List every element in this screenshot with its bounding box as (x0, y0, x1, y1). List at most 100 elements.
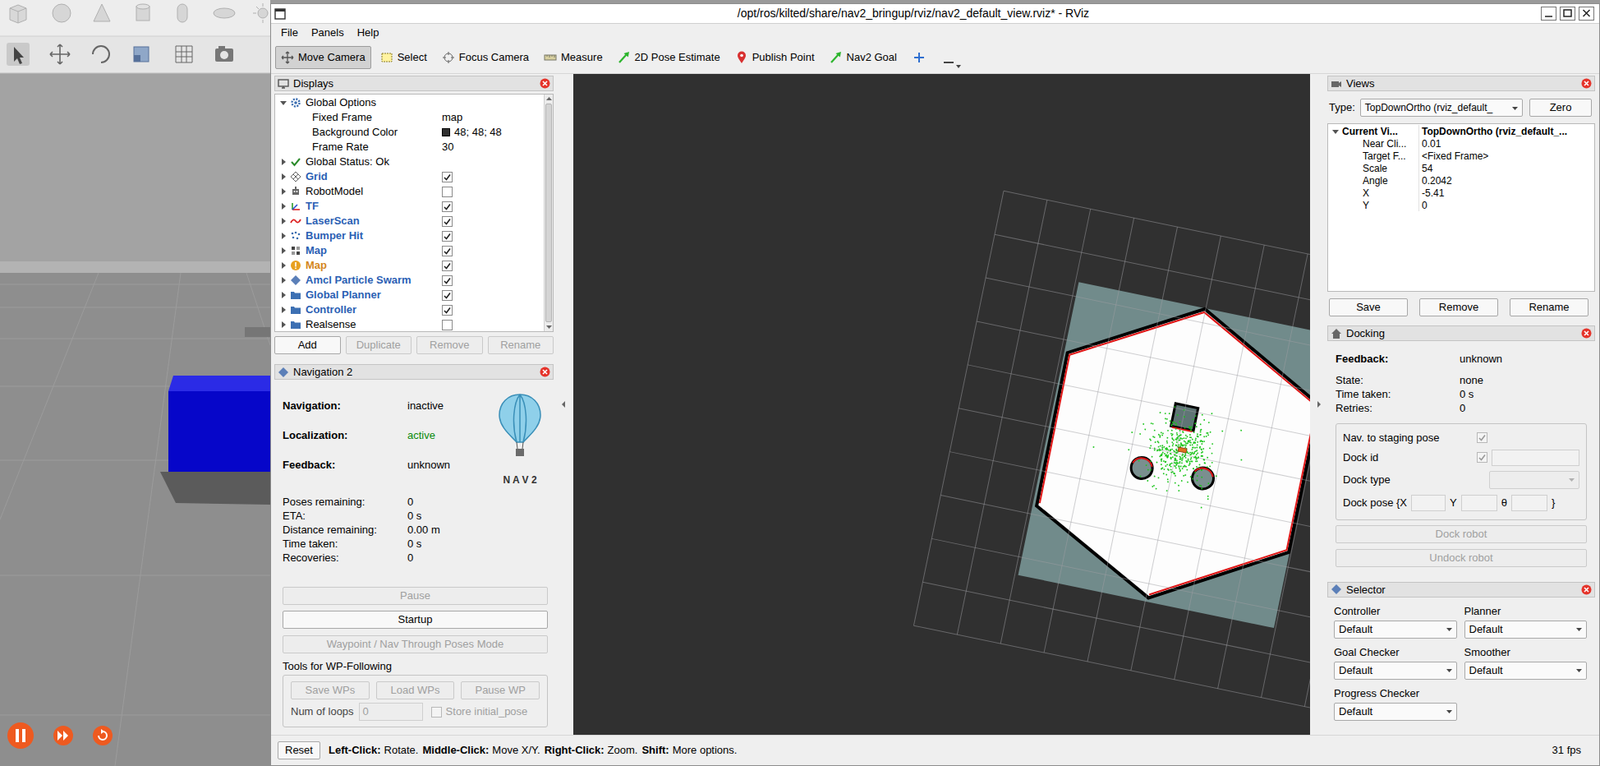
close-icon[interactable] (539, 78, 551, 89)
display-label[interactable]: Bumper Hit (305, 227, 364, 244)
checkbox[interactable] (441, 216, 453, 227)
pointer-icon[interactable] (13, 46, 24, 65)
display-action-button[interactable]: Rename (487, 335, 555, 355)
selector-dropdown[interactable]: Default (1464, 620, 1588, 639)
expand-arrow-icon[interactable] (279, 275, 288, 285)
tool-button[interactable]: Move Camera (275, 45, 372, 69)
scroll-up-icon[interactable] (544, 94, 554, 103)
view-button[interactable]: Rename (1509, 298, 1589, 317)
checkbox[interactable] (441, 201, 453, 212)
color-swatch[interactable] (441, 128, 451, 137)
display-row[interactable]: Global Status: Ok (275, 154, 544, 170)
menu-item[interactable]: Panels (306, 24, 350, 42)
scale-icon[interactable] (133, 46, 149, 62)
view-property-row[interactable]: X-5.41 (1328, 186, 1595, 199)
view-button[interactable]: Save (1328, 298, 1408, 317)
scroll-down-icon[interactable] (544, 322, 554, 332)
collapse-arrow-icon[interactable] (279, 98, 288, 107)
display-label[interactable]: LaserScan (305, 212, 360, 230)
current-view-row[interactable]: Current Vi...TopDownOrtho (rviz_default_… (1328, 124, 1595, 138)
property-value[interactable]: map (441, 109, 463, 126)
minimize-icon[interactable] (1540, 6, 1557, 21)
display-action-button[interactable]: Duplicate (345, 335, 413, 355)
display-label[interactable]: Amcl Particle Swarm (305, 271, 412, 289)
view-property-value[interactable]: -5.41 (1419, 185, 1444, 201)
right-splitter[interactable] (1310, 73, 1328, 735)
step-icon[interactable] (53, 725, 74, 745)
sphere-icon[interactable] (52, 4, 71, 23)
camera-icon[interactable] (215, 45, 234, 62)
display-row[interactable]: LaserScan (275, 213, 544, 229)
selector-dropdown[interactable]: Default (1333, 620, 1458, 639)
display-label[interactable]: Controller (305, 301, 357, 318)
zero-button[interactable]: Zero (1529, 98, 1592, 117)
display-label[interactable]: TF (305, 197, 319, 215)
nav2-button[interactable]: Pause (282, 586, 548, 605)
capsule-icon[interactable] (177, 4, 188, 23)
display-action-button[interactable]: Remove (416, 335, 483, 355)
property-value[interactable]: 30 (441, 138, 454, 156)
display-row[interactable]: Amcl Particle Swarm (275, 272, 544, 288)
expand-arrow-icon[interactable] (279, 320, 288, 329)
checkbox[interactable] (441, 230, 453, 242)
collapse-arrow-icon[interactable] (1331, 127, 1340, 136)
expand-arrow-icon[interactable] (279, 172, 288, 181)
display-row[interactable]: Grid (275, 169, 544, 184)
menu-item[interactable]: File (275, 24, 304, 42)
display-row[interactable]: Fixed Framemap (275, 110, 544, 125)
display-row[interactable]: RobotModel (275, 183, 544, 199)
display-action-button[interactable]: Add (274, 335, 341, 355)
checkbox[interactable] (1476, 432, 1488, 443)
rotate-icon[interactable] (92, 45, 110, 63)
view-property-value[interactable]: 0.2042 (1419, 173, 1453, 189)
display-row[interactable]: Global Planner (275, 287, 544, 303)
tool-button[interactable]: Focus Camera (436, 45, 535, 69)
tree-scrollbar[interactable] (543, 94, 553, 332)
sun-icon[interactable] (252, 3, 268, 23)
cylinder-icon[interactable] (136, 4, 150, 21)
view-property-value[interactable]: 54 (1419, 160, 1433, 176)
tool-button[interactable]: Nav2 Goal (823, 45, 903, 69)
display-row[interactable]: Realsense (275, 317, 544, 332)
checkbox[interactable] (441, 275, 453, 286)
close-icon[interactable] (1581, 78, 1592, 89)
expand-arrow-icon[interactable] (279, 216, 288, 226)
loops-input[interactable]: 0 (358, 702, 423, 721)
view-property-row[interactable]: Scale54 (1328, 161, 1595, 175)
nav2-button[interactable]: Waypoint / Nav Through Poses Mode (282, 634, 548, 653)
expand-arrow-icon[interactable] (279, 261, 288, 270)
display-row[interactable]: Global Options (275, 95, 544, 111)
map-view[interactable] (573, 73, 1311, 735)
display-row[interactable]: Controller (275, 302, 544, 318)
display-label[interactable]: Global Status: Ok (305, 153, 390, 171)
view-button[interactable]: Remove (1419, 298, 1499, 317)
view-property-row[interactable]: Target F...<Fixed Frame> (1328, 149, 1595, 162)
selector-dropdown[interactable]: Default (1333, 702, 1458, 721)
display-row[interactable]: Frame Rate30 (275, 139, 544, 155)
store-pose-option[interactable]: Store initial_pose (431, 703, 529, 720)
collapse-right-icon[interactable] (1316, 400, 1322, 409)
display-row[interactable]: Map (275, 243, 544, 258)
wp-button[interactable]: Pause WP (460, 680, 540, 699)
plus-icon[interactable] (912, 50, 926, 65)
view-property-value[interactable]: <Fixed Frame> (1419, 148, 1489, 164)
display-label[interactable]: Global Planner (305, 286, 382, 304)
nav2-button[interactable]: Startup (282, 610, 548, 629)
scroll-thumb[interactable] (545, 103, 552, 322)
checkbox[interactable] (441, 304, 453, 316)
checkbox[interactable] (441, 186, 453, 198)
display-label[interactable]: Realsense (305, 316, 356, 332)
checkbox[interactable] (431, 706, 442, 718)
dock-button[interactable]: Dock robot (1335, 524, 1587, 543)
close-icon[interactable] (1581, 327, 1592, 339)
dock-button[interactable]: Undock robot (1335, 548, 1587, 567)
display-label[interactable]: Map (305, 242, 327, 259)
close-icon[interactable] (1581, 583, 1592, 595)
view-property-row[interactable]: Angle0.2042 (1328, 174, 1595, 187)
cone-icon[interactable] (93, 4, 111, 22)
property-value[interactable]: 48; 48; 48 (454, 124, 502, 141)
display-label[interactable]: RobotModel (305, 183, 364, 200)
minus-icon[interactable] (942, 55, 956, 69)
menu-arrow-icon[interactable] (956, 64, 961, 69)
dock-id-input[interactable] (1491, 449, 1580, 466)
